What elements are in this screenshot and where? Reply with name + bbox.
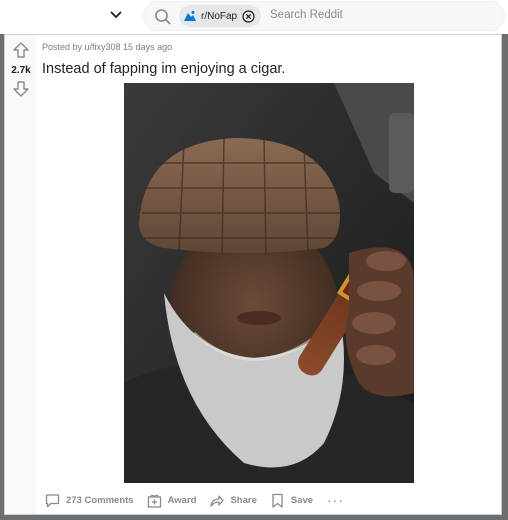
upvote-icon[interactable] bbox=[12, 41, 30, 59]
top-header: r/NoFap Search Reddit bbox=[0, 0, 508, 34]
clear-icon[interactable] bbox=[242, 9, 255, 23]
save-label: Save bbox=[290, 494, 314, 506]
post-meta: Posted by u/fixy308 15 days ago bbox=[42, 42, 173, 52]
post-photo bbox=[124, 83, 414, 483]
post-card[interactable]: 2.7k Posted by u/fixy308 15 days ago Ins… bbox=[4, 34, 502, 515]
page-gutter-right bbox=[502, 34, 508, 515]
community-chip[interactable]: r/NoFap bbox=[179, 5, 262, 27]
save-icon bbox=[272, 493, 283, 508]
vote-score: 2.7k bbox=[11, 65, 31, 76]
search-icon bbox=[155, 9, 171, 25]
chevron-down-icon[interactable] bbox=[108, 8, 124, 22]
comments-button[interactable]: 273 Comments bbox=[42, 488, 140, 512]
share-label: Share bbox=[230, 494, 257, 506]
more-options-button[interactable]: ··· bbox=[323, 492, 344, 508]
comment-icon bbox=[45, 493, 60, 507]
award-button[interactable]: Award bbox=[144, 488, 203, 512]
award-icon bbox=[147, 494, 161, 508]
post-title[interactable]: Instead of fapping im enjoying a cigar. bbox=[42, 61, 285, 77]
page-gutter-bottom bbox=[0, 515, 508, 520]
post-image[interactable] bbox=[124, 83, 414, 483]
share-icon bbox=[210, 494, 225, 507]
search-bar[interactable]: r/NoFap Search Reddit bbox=[143, 1, 505, 31]
post-actions: 273 Comments Award Share Save ··· bbox=[42, 488, 344, 512]
community-icon bbox=[184, 11, 196, 21]
award-label: Award bbox=[167, 494, 197, 506]
community-chip-label: r/NoFap bbox=[201, 10, 238, 22]
vote-column: 2.7k bbox=[5, 35, 37, 514]
save-button[interactable]: Save bbox=[267, 488, 319, 512]
downvote-icon[interactable] bbox=[12, 80, 30, 98]
search-input[interactable]: Search Reddit bbox=[270, 9, 343, 21]
comments-label: 273 Comments bbox=[66, 494, 134, 506]
share-button[interactable]: Share bbox=[206, 488, 262, 512]
